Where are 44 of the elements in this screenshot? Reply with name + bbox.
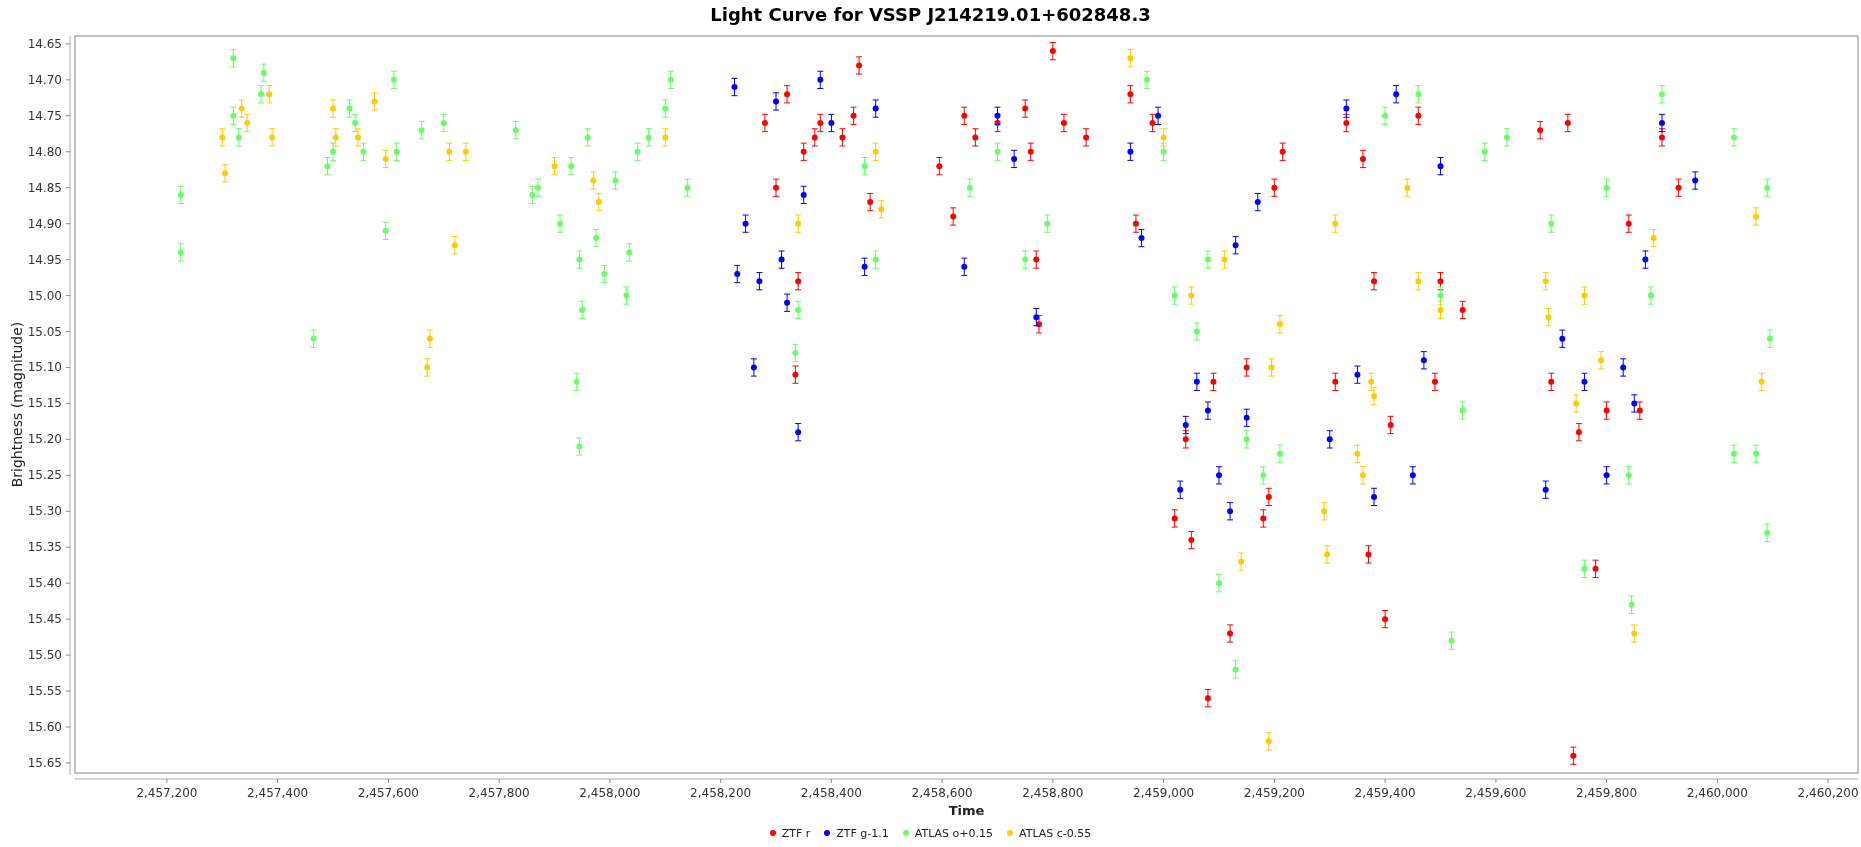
y-tick-label: 14.95 [27, 252, 62, 267]
x-tick-label: 2,459,200 [1243, 786, 1305, 800]
x-tick-label: 2,457,200 [136, 786, 198, 800]
x-tick-label: 2,458,200 [690, 786, 752, 800]
y-tick-label: 15.25 [27, 468, 62, 483]
y-tick-label: 14.75 [27, 108, 62, 123]
x-tick-label: 2,459,800 [1576, 786, 1638, 800]
y-tick-label: 15.10 [27, 360, 62, 375]
x-tick-label: 2,459,000 [1133, 786, 1195, 800]
x-tick-label: 2,458,600 [911, 786, 973, 800]
x-tick-label: 2,457,800 [468, 786, 530, 800]
y-tick-label: 15.45 [27, 612, 62, 627]
legend-label: ATLAS o+0.15 [914, 826, 994, 840]
x-tick-label: 2,460,200 [1797, 786, 1859, 800]
y-tick-label: 15.35 [27, 540, 62, 555]
x-tick-label: 2,459,600 [1465, 786, 1527, 800]
y-tick-label: 15.40 [27, 576, 62, 591]
y-tick-label: 15.20 [27, 432, 62, 447]
y-tick-label: 14.70 [27, 72, 62, 87]
y-tick-label: 14.90 [27, 216, 62, 231]
y-tick-label: 15.55 [27, 684, 62, 699]
x-axis-label: Time [948, 803, 985, 818]
x-tick-label: 2,458,800 [1022, 786, 1084, 800]
y-tick-label: 15.15 [27, 396, 62, 411]
y-tick-label: 15.65 [27, 755, 62, 770]
y-tick-label: 15.50 [27, 648, 62, 663]
y-tick-label: 14.80 [27, 144, 62, 159]
x-tick-label: 2,457,600 [357, 786, 419, 800]
y-tick-label: 15.30 [27, 504, 62, 519]
x-tick-label: 2,458,400 [800, 786, 862, 800]
legend-label: ZTF r [781, 826, 811, 840]
y-tick-label: 14.65 [27, 36, 62, 51]
y-tick-label: 15.60 [27, 720, 62, 734]
legend-label: ZTF g-1.1 [836, 826, 889, 840]
legend-label: ATLAS c-0.55 [1019, 826, 1092, 840]
y-tick-label: 15.05 [27, 324, 62, 339]
chart-title: Light Curve for VSSP J214219.01+602848.3 [709, 2, 1152, 27]
x-tick-label: 2,458,000 [579, 786, 641, 800]
y-tick-label: 14.85 [27, 180, 62, 195]
y-tick-label: 15.00 [27, 288, 62, 303]
y-axis-label: Brightness (magnitude) [9, 321, 25, 488]
x-tick-label: 2,459,400 [1354, 786, 1416, 800]
x-tick-label: 2,460,000 [1686, 786, 1748, 800]
x-tick-label: 2,457,400 [247, 786, 309, 800]
